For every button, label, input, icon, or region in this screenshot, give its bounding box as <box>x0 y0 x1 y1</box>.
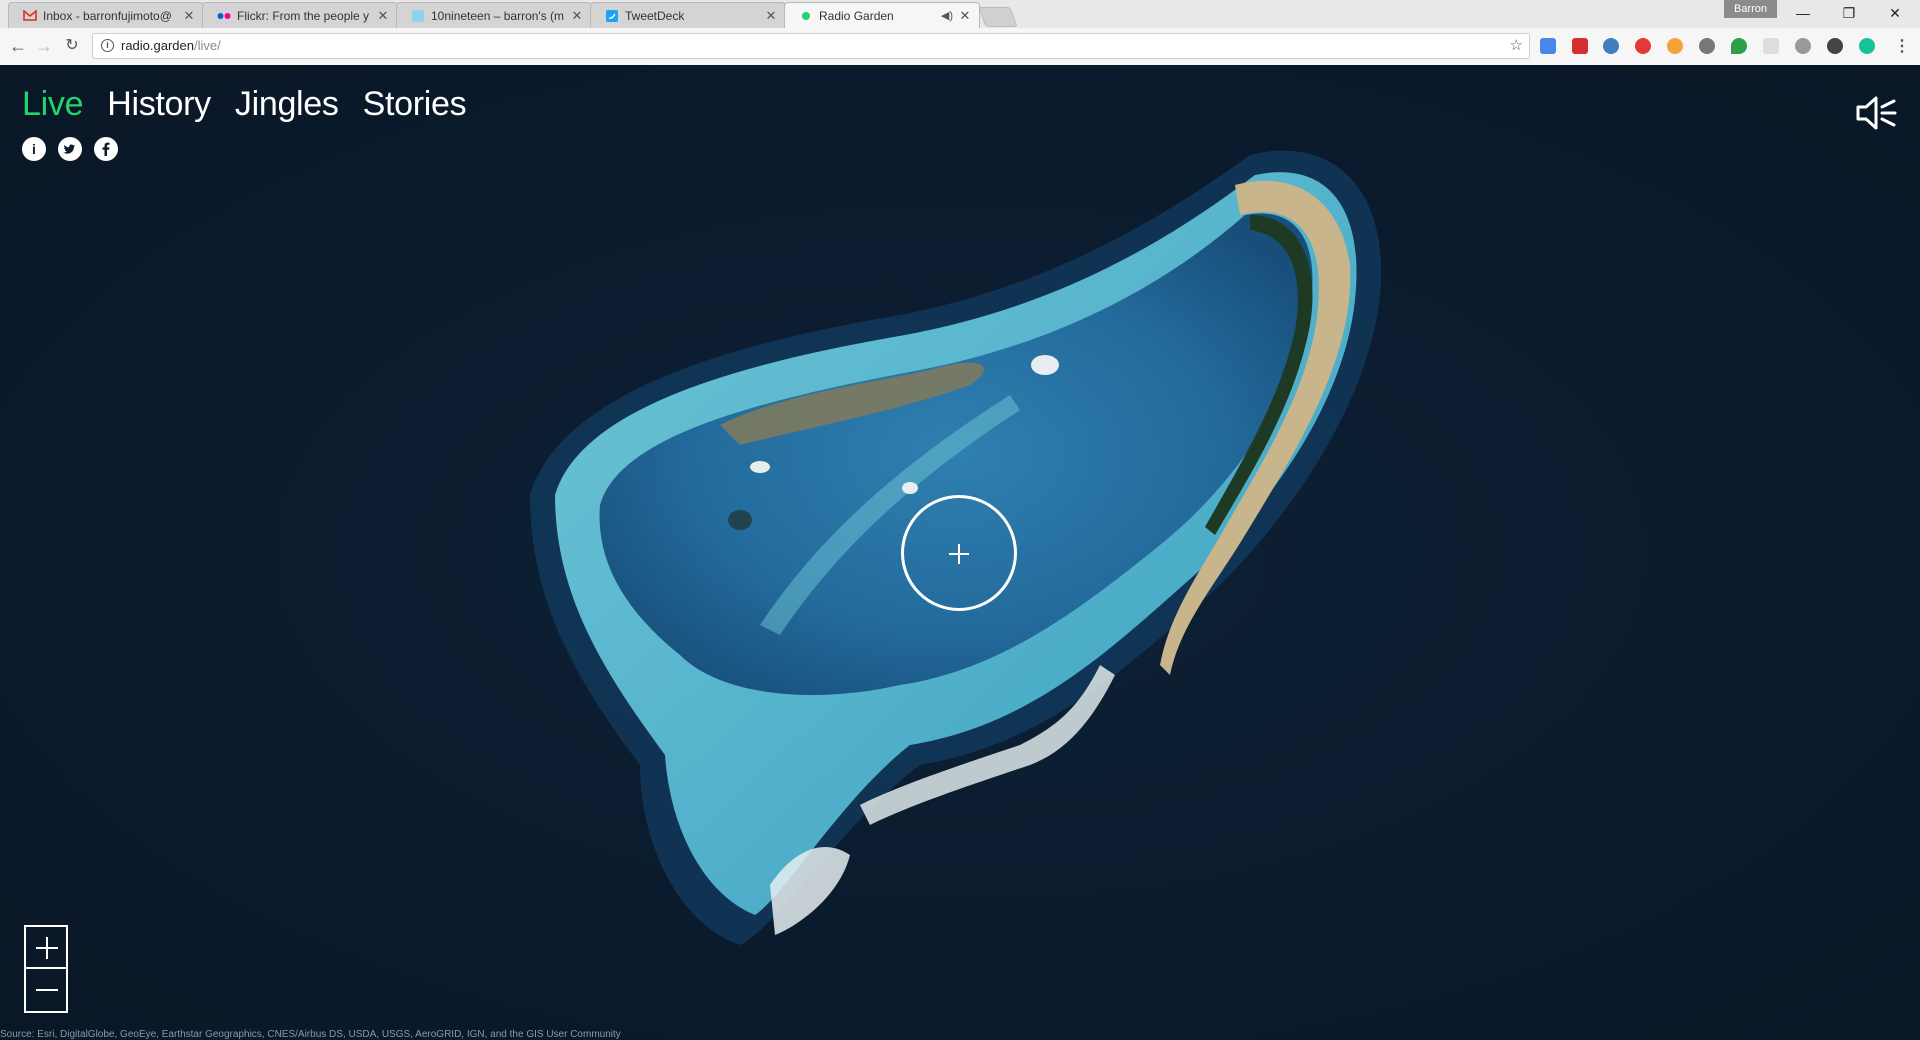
tab-flickr[interactable]: Flickr: From the people y ✕ <box>202 2 398 28</box>
nav-live[interactable]: Live <box>22 85 83 124</box>
site-info-icon[interactable]: i <box>101 39 114 52</box>
mute-speaker-icon[interactable] <box>1854 93 1898 133</box>
close-icon[interactable]: ✕ <box>375 8 391 24</box>
red-extension-icon[interactable] <box>1572 38 1588 54</box>
ghost-extension-icon[interactable] <box>1763 38 1779 54</box>
reload-icon[interactable]: ↻ <box>60 34 84 58</box>
main-nav: Live History Jingles Stories <box>22 85 467 124</box>
tab-title: TweetDeck <box>625 8 685 23</box>
translate-extension-icon[interactable] <box>1540 38 1556 54</box>
tab-title: Flickr: From the people y <box>237 8 370 23</box>
smiley-extension-icon[interactable] <box>1667 38 1683 54</box>
forward-arrow-icon[interactable]: → <box>32 34 56 58</box>
map-attribution: Source: Esri, DigitalGlobe, GeoEye, Eart… <box>0 1029 621 1040</box>
address-bar[interactable]: i radio.garden/live/ ☆ <box>92 33 1530 59</box>
info-icon[interactable]: i <box>22 137 46 161</box>
grammarly-extension-icon[interactable] <box>1859 38 1875 54</box>
facebook-icon[interactable] <box>94 137 118 161</box>
gmail-icon <box>23 9 37 23</box>
social-links: i <box>22 137 118 161</box>
satellite-map[interactable]: Live History Jingles Stories i Source: E… <box>0 65 1920 1040</box>
bookmark-star-icon[interactable]: ☆ <box>1510 34 1523 58</box>
close-icon[interactable]: ✕ <box>181 8 197 24</box>
green-extension-icon[interactable] <box>1731 38 1747 54</box>
tab-title: Radio Garden <box>819 8 894 23</box>
gray-extension-icon[interactable] <box>1795 38 1811 54</box>
zoom-controls <box>24 925 68 1013</box>
minus-icon <box>36 989 58 991</box>
tab-strip: Inbox - barronfujimoto@ ✕ Flickr: From t… <box>0 0 1920 28</box>
new-tab-button[interactable] <box>978 7 1018 27</box>
opera-extension-icon[interactable] <box>1635 38 1651 54</box>
station-crosshair[interactable] <box>901 495 1017 611</box>
flickr-icon <box>217 9 231 23</box>
restore-icon[interactable]: ❐ <box>1826 0 1872 26</box>
browser-toolbar: ← → ↻ i radio.garden/live/ ☆ ⋮ <box>0 28 1920 66</box>
tab-tumblr[interactable]: 10nineteen – barron's (m ✕ <box>396 2 592 28</box>
close-window-icon[interactable]: ✕ <box>1872 0 1918 26</box>
zoom-in-button[interactable] <box>24 925 68 969</box>
nav-jingles[interactable]: Jingles <box>235 85 339 124</box>
tab-gmail[interactable]: Inbox - barronfujimoto@ ✕ <box>8 2 204 28</box>
power-extension-icon[interactable] <box>1699 38 1715 54</box>
tab-radio-garden[interactable]: Radio Garden ◀) ✕ <box>784 2 980 28</box>
close-icon[interactable]: ✕ <box>569 8 585 24</box>
zoom-out-button[interactable] <box>24 969 68 1013</box>
close-icon[interactable]: ✕ <box>763 8 779 24</box>
speaker-icon[interactable]: ◀) <box>941 9 953 22</box>
profile-badge[interactable]: Barron <box>1724 0 1778 18</box>
radio-garden-icon <box>799 9 813 23</box>
tumblr-icon <box>411 9 425 23</box>
nav-stories[interactable]: Stories <box>363 85 467 124</box>
tweetdeck-icon <box>605 9 619 23</box>
back-arrow-icon[interactable]: ← <box>6 34 30 58</box>
browser-menu-icon[interactable]: ⋮ <box>1894 36 1910 56</box>
tab-tweetdeck[interactable]: TweetDeck ✕ <box>590 2 786 28</box>
twitter-icon[interactable] <box>58 137 82 161</box>
close-icon[interactable]: ✕ <box>957 8 973 24</box>
url-text: radio.garden/live/ <box>121 38 221 53</box>
blue-extension-icon[interactable] <box>1603 38 1619 54</box>
headphones-extension-icon[interactable] <box>1827 38 1843 54</box>
tab-title: Inbox - barronfujimoto@ <box>43 8 172 23</box>
minimize-icon[interactable]: — <box>1780 0 1826 26</box>
nav-history[interactable]: History <box>107 85 211 124</box>
tab-title: 10nineteen – barron's (m <box>431 8 565 23</box>
